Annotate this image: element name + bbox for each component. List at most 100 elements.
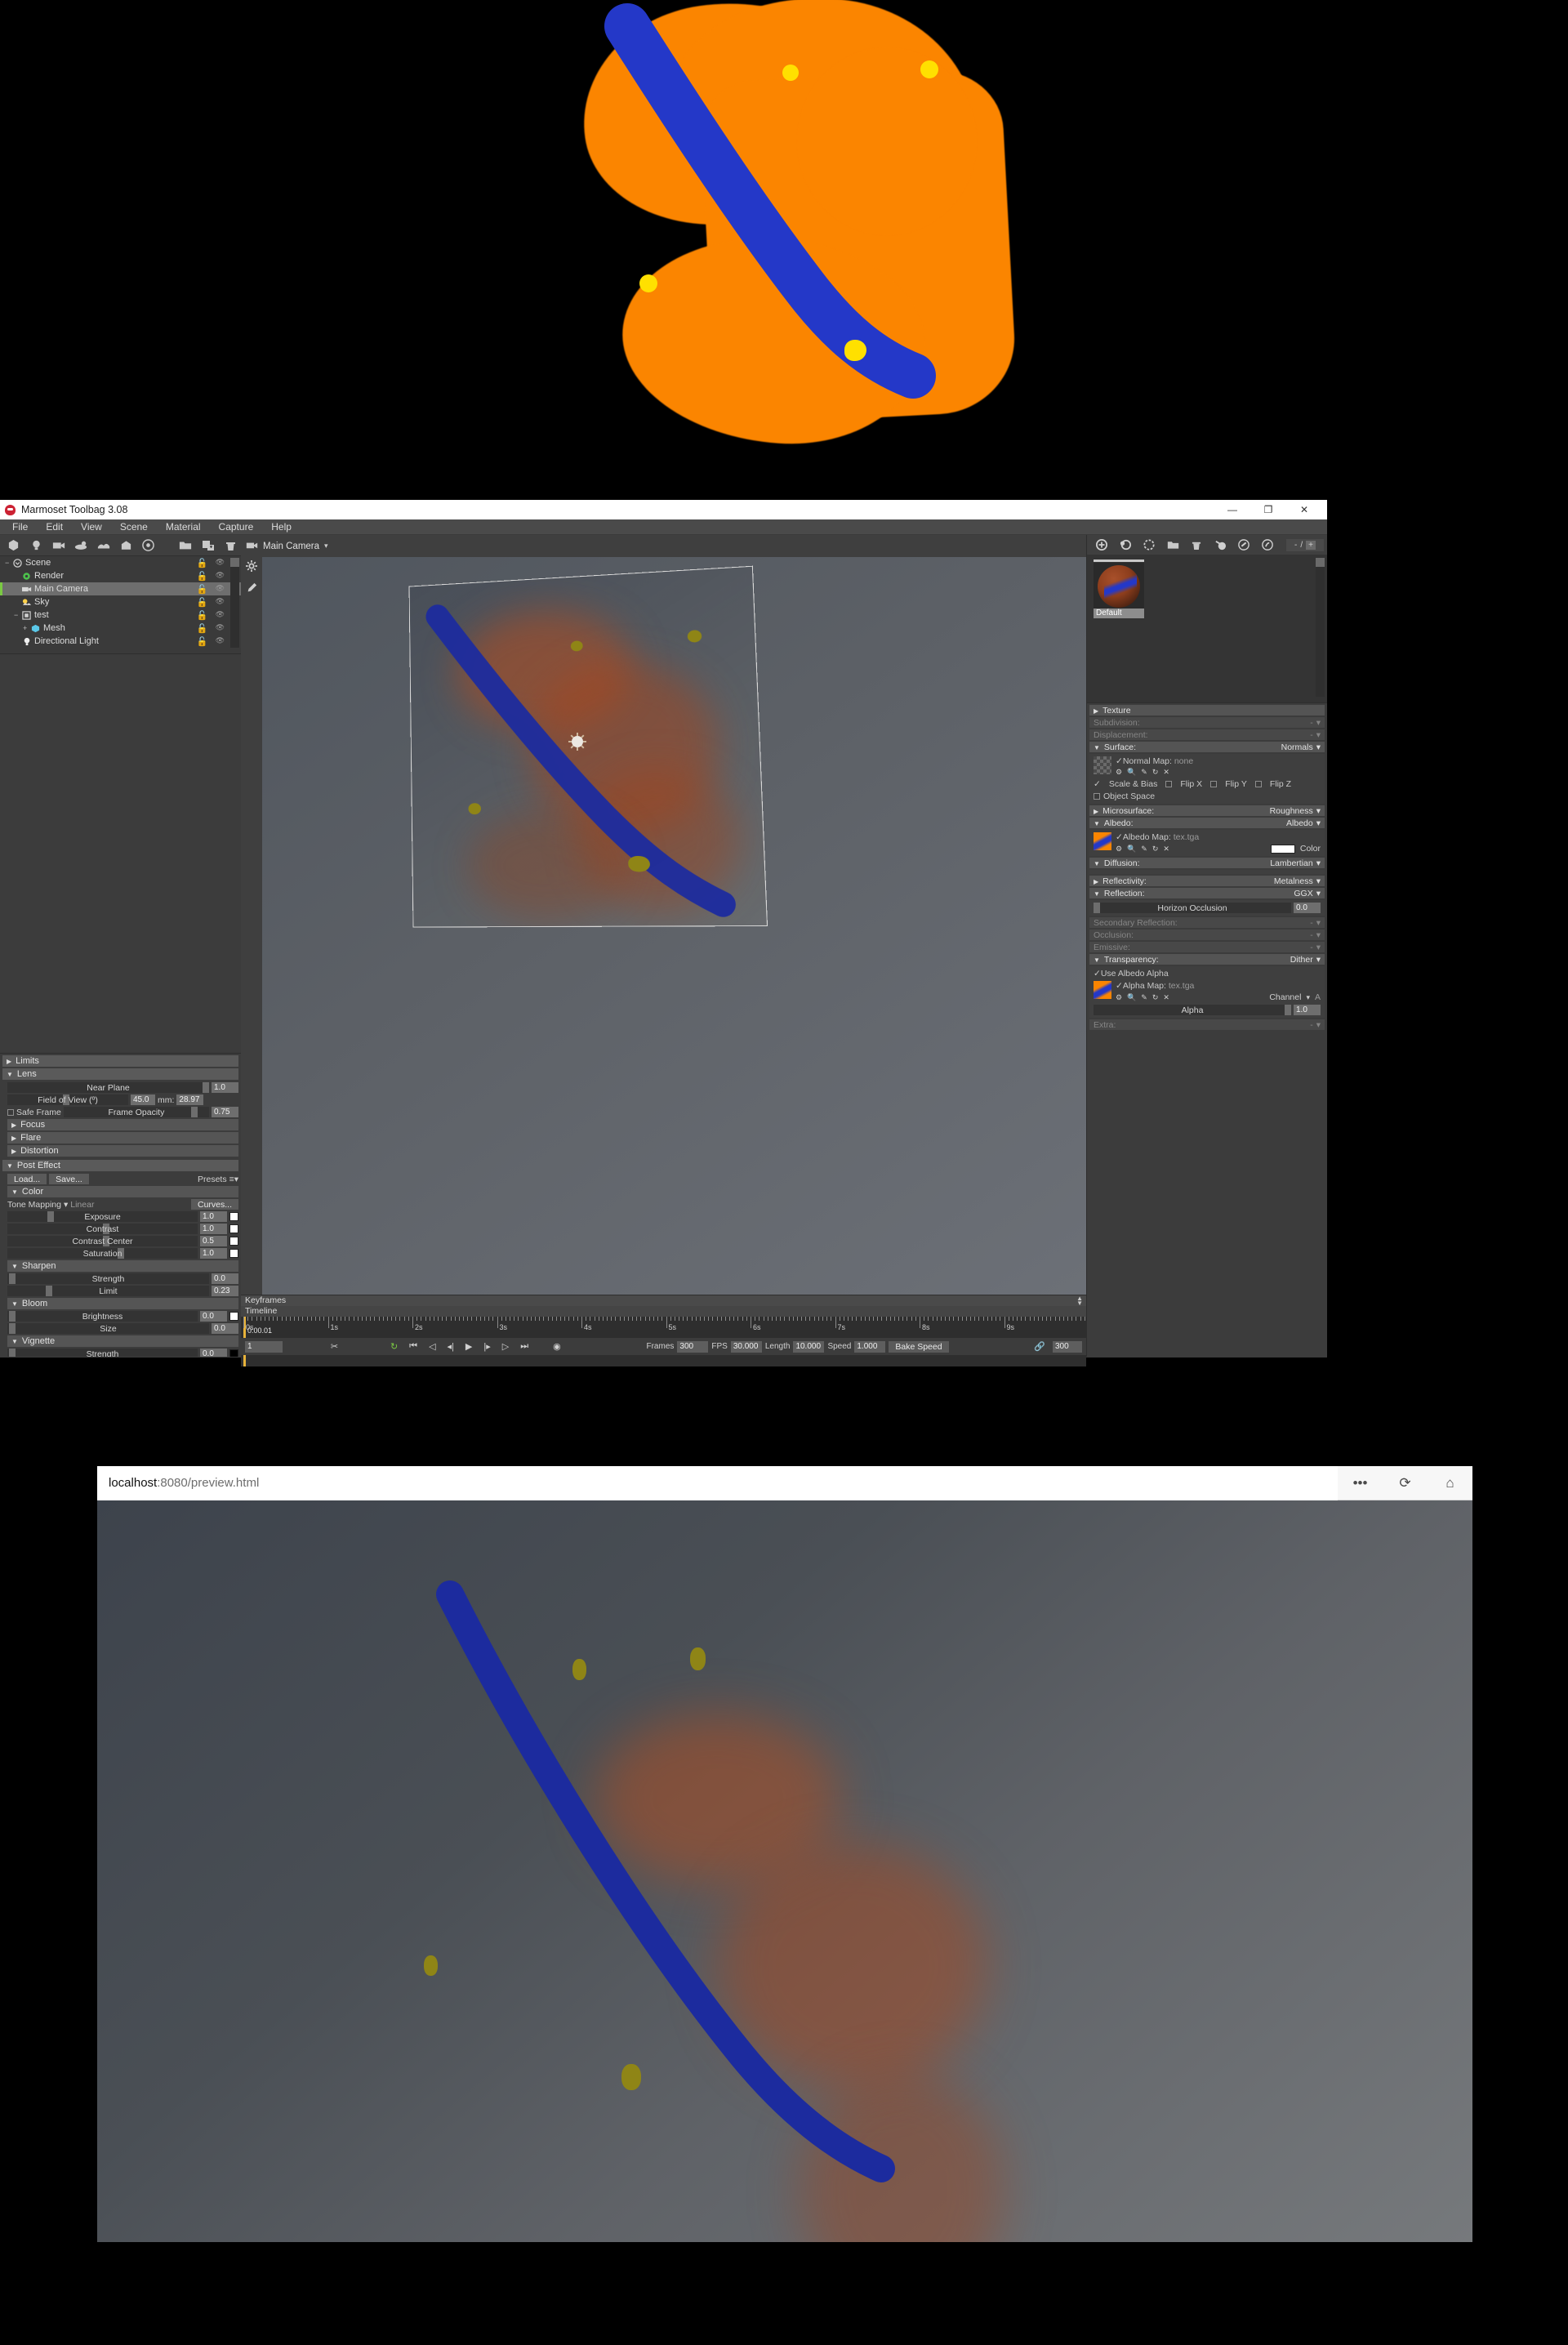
directional-light-gizmo[interactable] bbox=[568, 733, 586, 751]
chevron-down-icon[interactable]: ▾ bbox=[1316, 818, 1321, 828]
eye-icon[interactable]: 👁 bbox=[216, 597, 225, 608]
eye-icon[interactable]: 👁 bbox=[216, 558, 225, 568]
chevron-down-icon[interactable]: ▾ bbox=[1316, 918, 1321, 928]
limit-row[interactable]: Limit 0.23 bbox=[7, 1286, 238, 1296]
horizon-occlusion-slider[interactable]: Horizon Occlusion bbox=[1094, 903, 1291, 913]
section-transparency[interactable]: ▼ Transparency: Dither ▾ bbox=[1089, 954, 1325, 965]
home-icon[interactable]: ⌂ bbox=[1428, 1466, 1472, 1500]
contrast-center-row[interactable]: Contrast Center 0.5 bbox=[7, 1236, 238, 1246]
close-button[interactable]: ✕ bbox=[1286, 500, 1322, 519]
saturation-value[interactable]: 1.0 bbox=[200, 1248, 227, 1259]
section-microsurface[interactable]: ▶ Microsurface: Roughness ▾ bbox=[1089, 805, 1325, 816]
gear-icon[interactable] bbox=[246, 560, 257, 576]
field-of-view-value[interactable]: 45.0 bbox=[131, 1094, 155, 1105]
section-sharpen[interactable]: ▼ Sharpen bbox=[7, 1260, 238, 1272]
clear-icon[interactable]: ✕ bbox=[1163, 845, 1169, 854]
scene-tree[interactable]: − Scene 🔓 👁 Render 🔓 👁 Main Camera 🔓 👁 Sky 🔓 👁 − test 🔓… bbox=[0, 556, 241, 654]
section-texture[interactable]: ▶ Texture bbox=[1089, 705, 1325, 716]
section-distortion[interactable]: ▶ Distortion bbox=[7, 1145, 238, 1157]
strength-value[interactable]: 0.0 bbox=[200, 1349, 227, 1357]
saturation-row[interactable]: Saturation 1.0 bbox=[7, 1248, 238, 1259]
section-diffusion[interactable]: ▼ Diffusion: Lambertian ▾ bbox=[1089, 858, 1325, 868]
strength-color-swatch[interactable] bbox=[229, 1349, 238, 1357]
eye-icon[interactable]: 👁 bbox=[216, 623, 225, 634]
length-field[interactable]: 10.000 bbox=[793, 1341, 824, 1353]
fps-field[interactable]: 30.000 bbox=[731, 1341, 762, 1353]
more-icon[interactable]: ••• bbox=[1338, 1466, 1383, 1500]
section-displacement[interactable]: Displacement: - ▾ bbox=[1089, 729, 1325, 740]
step-back-icon[interactable]: ◂| bbox=[443, 1341, 458, 1352]
section-subdivision[interactable]: Subdivision: - ▾ bbox=[1089, 717, 1325, 728]
section-color[interactable]: ▼ Color bbox=[7, 1186, 238, 1197]
edit-icon[interactable]: ✎ bbox=[1141, 993, 1147, 1002]
limit-value[interactable]: 0.23 bbox=[212, 1286, 238, 1296]
exposure-row[interactable]: Exposure 1.0 bbox=[7, 1211, 238, 1222]
albedo-color-swatch[interactable] bbox=[1271, 845, 1295, 854]
camera-icon[interactable] bbox=[48, 537, 69, 555]
eye-icon[interactable]: 👁 bbox=[216, 584, 225, 595]
menu-scene[interactable]: Scene bbox=[111, 519, 157, 535]
lock-icon[interactable]: 🔓 bbox=[197, 636, 208, 647]
pick-material-icon[interactable] bbox=[1209, 536, 1231, 554]
section-focus[interactable]: ▶ Focus bbox=[7, 1119, 238, 1130]
section-secondary-reflection[interactable]: Secondary Reflection: - ▾ bbox=[1089, 917, 1325, 928]
folder-icon[interactable] bbox=[1162, 536, 1183, 554]
frame-opacity-value[interactable]: 0.75 bbox=[212, 1107, 238, 1117]
contrast-center-color-swatch[interactable] bbox=[229, 1237, 238, 1246]
lock-icon[interactable]: 🔓 bbox=[197, 597, 208, 608]
material-item-default[interactable]: Default bbox=[1092, 560, 1146, 620]
tree-expander[interactable]: + bbox=[23, 624, 30, 632]
preview-icon[interactable] bbox=[1257, 536, 1278, 554]
size-row[interactable]: Size 0.0 bbox=[7, 1323, 238, 1334]
check-icon[interactable]: ✓ bbox=[1116, 981, 1123, 991]
save-button[interactable]: Save... bbox=[49, 1174, 89, 1184]
menu-capture[interactable]: Capture bbox=[210, 519, 263, 535]
menu-edit[interactable]: Edit bbox=[37, 519, 72, 535]
keyframes-header[interactable]: Keyframes ▲ ▼ bbox=[241, 1295, 1086, 1306]
strength-row[interactable]: Strength 0.0 bbox=[7, 1273, 238, 1284]
exposure-value[interactable]: 1.0 bbox=[200, 1211, 227, 1222]
search-icon[interactable]: 🔍 bbox=[1127, 993, 1136, 1002]
timeline-track-area[interactable] bbox=[241, 1355, 1086, 1366]
near-plane-slider[interactable]: Near Plane bbox=[7, 1082, 209, 1093]
section-occlusion[interactable]: Occlusion: - ▾ bbox=[1089, 930, 1325, 940]
eye-icon[interactable]: 👁 bbox=[216, 610, 225, 621]
chevron-down-icon[interactable]: ▾ bbox=[1306, 993, 1310, 1002]
strength-row[interactable]: Strength 0.0 bbox=[7, 1349, 238, 1357]
lock-icon[interactable]: 🔓 bbox=[197, 623, 208, 634]
tree-item-sky[interactable]: Sky 🔓 👁 bbox=[0, 595, 241, 609]
lock-icon[interactable]: 🔓 bbox=[197, 584, 208, 595]
alpha-map-thumbnail[interactable] bbox=[1094, 981, 1111, 999]
preview-render-view[interactable] bbox=[97, 1500, 1472, 2242]
tree-item-main-camera[interactable]: Main Camera 🔓 👁 bbox=[0, 582, 241, 595]
sky-icon[interactable] bbox=[138, 537, 159, 555]
delete-icon[interactable] bbox=[220, 537, 241, 555]
focal-length-value[interactable]: 28.97 bbox=[176, 1094, 203, 1105]
frame-opacity-slider[interactable]: Frame Opacity bbox=[64, 1107, 209, 1117]
presets-menu-icon[interactable]: ≡▾ bbox=[229, 1175, 238, 1184]
section-bloom[interactable]: ▼ Bloom bbox=[7, 1298, 238, 1309]
contrast-slider[interactable]: Contrast bbox=[7, 1224, 198, 1234]
use-albedo-alpha-checkbox[interactable]: ✓ bbox=[1094, 969, 1101, 979]
section-reflectivity[interactable]: ▶ Reflectivity: Metalness ▾ bbox=[1089, 876, 1325, 886]
chevron-down-icon[interactable]: ▾ bbox=[324, 542, 328, 551]
exposure-slider[interactable]: Exposure bbox=[7, 1211, 198, 1222]
frames-field[interactable]: 300 bbox=[677, 1341, 708, 1353]
tree-item-test[interactable]: − test 🔓 👁 bbox=[0, 609, 241, 622]
brightness-slider[interactable]: Brightness bbox=[7, 1311, 198, 1322]
brightness-row[interactable]: Brightness 0.0 bbox=[7, 1311, 238, 1322]
gear-icon[interactable]: ⚙ bbox=[1116, 845, 1122, 854]
near-plane-value[interactable]: 1.0 bbox=[212, 1082, 238, 1093]
eye-icon[interactable]: 👁 bbox=[216, 571, 225, 582]
contrast-center-slider[interactable]: Contrast Center bbox=[7, 1236, 198, 1246]
size-value[interactable]: 0.0 bbox=[212, 1323, 238, 1334]
bag-icon[interactable] bbox=[116, 537, 137, 555]
gear-icon[interactable]: ⚙ bbox=[1116, 768, 1122, 777]
mesh-icon[interactable] bbox=[3, 537, 24, 555]
play-icon[interactable]: ▶ bbox=[461, 1341, 476, 1352]
light-icon[interactable] bbox=[26, 537, 47, 555]
curves-button[interactable]: Curves... bbox=[191, 1199, 238, 1210]
chevron-down-icon[interactable]: ▾ bbox=[1316, 718, 1321, 728]
folder-icon[interactable] bbox=[175, 537, 196, 555]
saturation-color-swatch[interactable] bbox=[229, 1249, 238, 1258]
